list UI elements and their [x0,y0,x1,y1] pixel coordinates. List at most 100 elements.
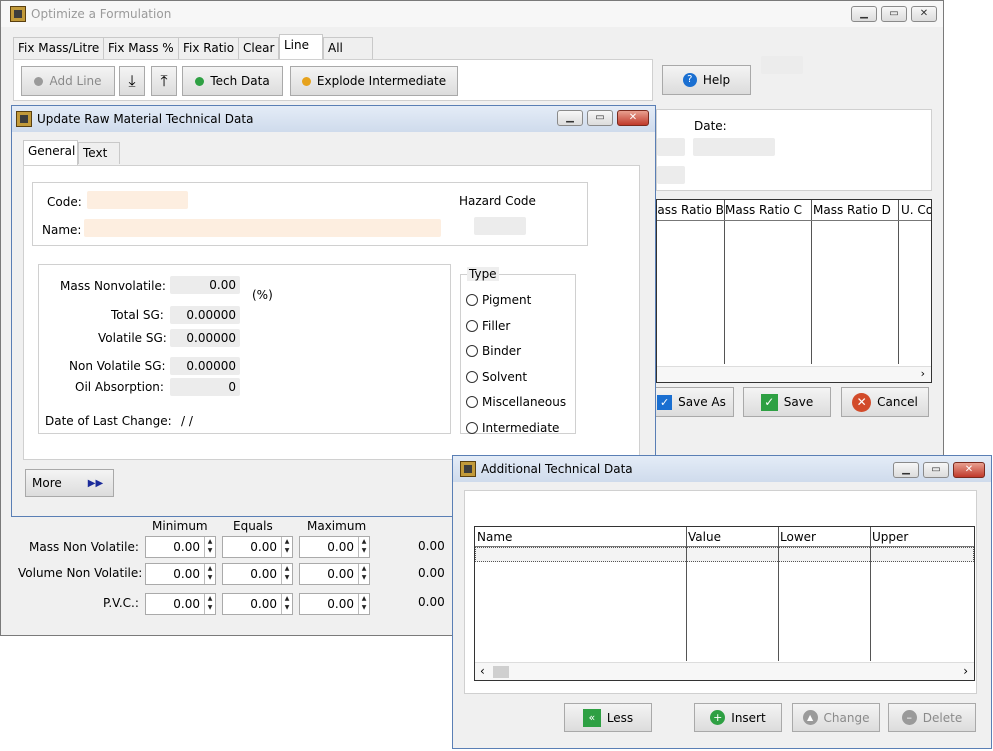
cancel-x-icon: ✕ [852,392,872,412]
volume-non-volatile-min[interactable]: 0.00 ▲ ▼ [145,563,216,585]
volatile-sg-label: Volatile SG: [98,331,167,345]
up-triangle-icon: ▲ [802,710,818,725]
tab-clear[interactable]: Clear [238,37,280,59]
code-input[interactable] [87,191,188,209]
oil-absorption-field[interactable]: 0 [170,378,240,396]
chevron-left-icon[interactable]: ‹ [480,664,485,678]
type-miscellaneous-radio[interactable]: Miscellaneous [466,395,566,409]
explode-intermediate-button[interactable]: Explode Intermediate [290,66,458,96]
grid-divider [724,200,725,364]
date-field [693,138,775,156]
type-binder-radio[interactable]: Binder [466,344,521,358]
maximize-button[interactable]: ▭ [923,462,949,478]
volatile-sg-field[interactable]: 0.00000 [170,329,240,347]
percent-label: (%) [252,288,273,302]
name-input[interactable] [84,219,441,237]
spinner-arrows-icon[interactable]: ▲ ▼ [281,594,292,614]
more-button[interactable]: More ▶▶ [25,469,114,497]
cancel-button[interactable]: ✕ Cancel [841,387,929,417]
maximize-button[interactable]: ▭ [881,6,907,22]
col-lower: Lower [780,530,816,544]
close-button[interactable]: ✕ [617,110,649,126]
arrow-up-icon: ⤒ [160,71,168,90]
spinner-arrows-icon[interactable]: ▲ ▼ [204,594,215,614]
type-label: Type [467,267,499,281]
help-button[interactable]: ? Help [662,65,751,95]
grid-hscrollbar[interactable]: ‹ › [475,662,974,680]
col-mass-ratio-d: Mass Ratio D [813,203,891,217]
mass-nonvolatile-field[interactable]: 0.00 [170,276,240,294]
type-group: Type Pigment Filler Binder Solvent Misce… [460,267,576,435]
formulation-grid[interactable]: Mass Ratio B Mass Ratio C Mass Ratio D U… [647,199,932,383]
delete-button[interactable]: – Delete [888,703,976,732]
spinner-arrows-icon[interactable]: ▲ ▼ [204,564,215,584]
orange-dot-icon [301,76,311,86]
chevron-right-icon[interactable]: › [921,367,925,380]
total-sg-field[interactable]: 0.00000 [170,306,240,324]
tab-all[interactable]: All [323,37,373,59]
grid-divider [811,200,812,364]
minimize-button[interactable]: ▁ [557,110,583,126]
mass-nonvolatile-label: Mass Nonvolatile: [60,279,166,293]
tab-general[interactable]: General [23,140,78,165]
volume-non-volatile-max[interactable]: 0.00 ▲ ▼ [299,563,370,585]
col-mass-ratio-c: Mass Ratio C [725,203,803,217]
less-button[interactable]: « Less [564,703,652,732]
volume-non-volatile-eq[interactable]: 0.00 ▲ ▼ [222,563,293,585]
chevron-right-icon[interactable]: › [963,664,968,678]
pvc-max[interactable]: 0.00 ▲ ▼ [299,593,370,615]
constraint-header-maximum: Maximum [307,519,367,533]
tab-fix-mass-percent[interactable]: Fix Mass % [103,37,179,59]
save-as-button[interactable]: ✓ Save As [649,387,734,417]
spinner-arrows-icon[interactable]: ▲ ▼ [281,564,292,584]
save-button[interactable]: ✓ Save [743,387,831,417]
tab-text[interactable]: Text [78,142,120,164]
type-pigment-radio[interactable]: Pigment [466,293,531,307]
maximize-button[interactable]: ▭ [587,110,613,126]
date-last-change-value: / / [181,414,193,428]
spinner-arrows-icon[interactable]: ▲ ▼ [281,537,292,557]
tab-fix-mass-litre[interactable]: Fix Mass/Litre [13,37,105,59]
general-panel: Code: Name: Hazard Code Mass Nonvolatile… [23,165,640,460]
col-name: Name [477,530,513,544]
grid-hscrollbar[interactable]: › [657,366,931,382]
spinner-arrows-icon[interactable]: ▲ ▼ [358,594,369,614]
mass-non-volatile-min[interactable]: 0.00 ▲ ▼ [145,536,216,558]
add-line-button[interactable]: Add Line [21,66,115,96]
spinner-arrows-icon[interactable]: ▲ ▼ [358,537,369,557]
pvc-eq[interactable]: 0.00 ▲ ▼ [222,593,293,615]
volume-non-volatile-result: 0.00 [418,566,445,580]
date-last-change-label: Date of Last Change: [45,414,172,428]
scrollbar-thumb[interactable] [493,666,509,678]
hazard-code-input[interactable] [474,217,526,235]
insert-button[interactable]: + Insert [694,703,782,732]
grid-selected-row[interactable] [475,547,974,562]
type-filler-radio[interactable]: Filler [466,319,510,333]
tech-data-button[interactable]: Tech Data [182,66,283,96]
additional-titlebar: Additional Technical Data ▁ ▭ ✕ [453,456,991,482]
type-intermediate-radio[interactable]: Intermediate [466,421,559,435]
change-button[interactable]: ▲ Change [792,703,880,732]
code-label: Code: [47,195,82,209]
move-up-button[interactable]: ⤒ [151,66,177,96]
tab-fix-ratio[interactable]: Fix Ratio [178,37,240,59]
non-volatile-sg-field[interactable]: 0.00000 [170,357,240,375]
pvc-min[interactable]: 0.00 ▲ ▼ [145,593,216,615]
close-button[interactable]: ✕ [953,462,985,478]
close-button[interactable]: ✕ [911,6,937,22]
col-value: Value [688,530,721,544]
hazard-code-label: Hazard Code [459,194,536,208]
total-sg-label: Total SG: [111,308,164,322]
spinner-arrows-icon[interactable]: ▲ ▼ [358,564,369,584]
type-solvent-radio[interactable]: Solvent [466,370,527,384]
minimize-button[interactable]: ▁ [893,462,919,478]
minimize-button[interactable]: ▁ [851,6,877,22]
grid-divider [778,527,779,661]
identity-group: Code: Name: Hazard Code [32,182,588,246]
move-down-button[interactable]: ⤓ [119,66,145,96]
spinner-arrows-icon[interactable]: ▲ ▼ [204,537,215,557]
tab-line[interactable]: Line [279,34,323,59]
mass-non-volatile-max[interactable]: 0.00 ▲ ▼ [299,536,370,558]
additional-data-grid[interactable]: Name Value Lower Upper ‹ › [474,526,975,681]
mass-non-volatile-eq[interactable]: 0.00 ▲ ▼ [222,536,293,558]
